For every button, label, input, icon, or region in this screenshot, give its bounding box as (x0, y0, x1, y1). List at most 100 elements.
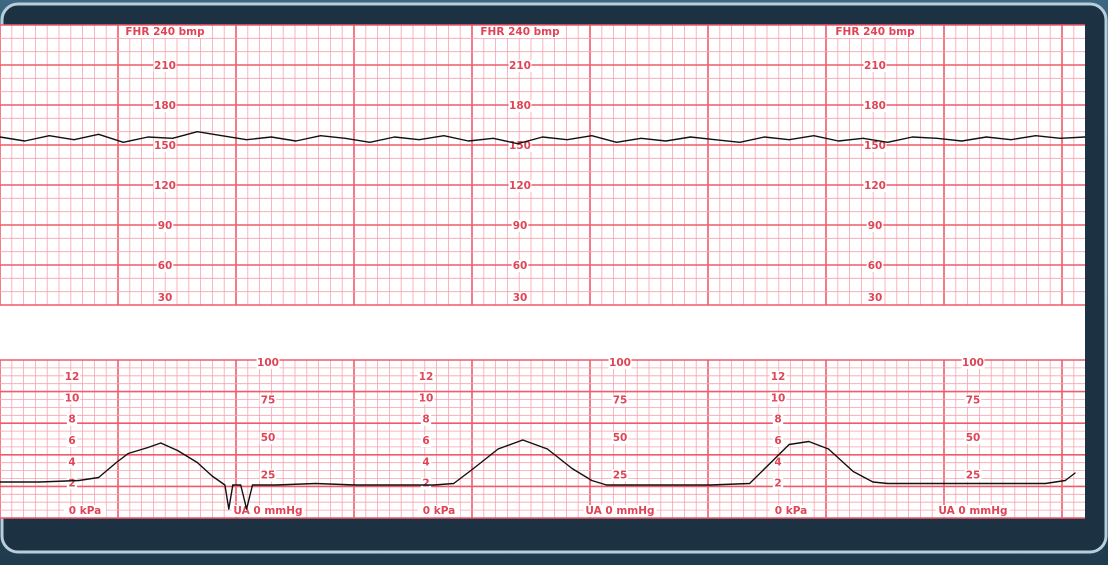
ua-kpa-tick-label: 12 (65, 371, 80, 383)
ua-trace-point (176, 449, 179, 452)
ua-kpa-scale-label: 0 kPa (775, 505, 807, 517)
fhr-scale-label: FHR 240 bmp (835, 26, 915, 38)
ua-trace-point (749, 482, 751, 485)
ua-kpa-tick-label: 6 (774, 435, 781, 447)
ua-trace-point (630, 484, 632, 486)
fhr-trace-point (196, 131, 198, 133)
ua-trace-point (246, 508, 248, 510)
fhr-trace-point (221, 135, 223, 137)
fhr-trace-point (665, 140, 667, 142)
ua-mmhg-scale-label: UA 0 mmHg (938, 505, 1007, 517)
fhr-tick-label: 30 (158, 292, 173, 304)
ua-mmhg-scale-label: UA 0 mmHg (585, 505, 654, 517)
fhr-tick-label: 90 (513, 220, 528, 232)
fhr-tick-label: 210 (154, 60, 176, 72)
ua-trace-point (240, 484, 242, 486)
ua-trace-point (1044, 482, 1047, 485)
ua-trace-point (228, 508, 230, 510)
ua-trace-point (98, 476, 100, 479)
ua-mmhg-tick-label: 75 (613, 395, 628, 407)
fhr-trace-point (689, 136, 692, 138)
ua-trace-point (1064, 479, 1066, 482)
fhr-trace-point (985, 136, 988, 138)
fhr-trace-point (763, 136, 766, 138)
fhr-trace-point (393, 136, 396, 138)
ua-trace-point (606, 484, 608, 486)
ua-trace-point (315, 482, 317, 485)
ua-trace-point (926, 482, 928, 485)
fhr-trace-point (246, 139, 248, 141)
ua-kpa-tick-label: 10 (65, 392, 80, 404)
fhr-trace-point (1010, 139, 1012, 141)
ua-mmhg-tick-label: 50 (966, 432, 981, 444)
fhr-trace-point (172, 137, 174, 139)
ua-mmhg-tick-label: 75 (966, 395, 981, 407)
fhr-trace-point (788, 139, 790, 141)
ua-kpa-scale-label: 0 kPa (69, 505, 101, 517)
ua-trace-point (546, 448, 549, 450)
ua-kpa-tick-label: 10 (419, 392, 434, 404)
monitor-frame: FHR 240 bmp 210 180 150 120 90 60 30 FHR 240 bmp… (0, 0, 1108, 565)
fhr-trace-point (492, 137, 494, 139)
fhr-trace-point (344, 137, 346, 139)
ua-mmhg-tick-label: 25 (613, 470, 628, 482)
ua-trace-point (147, 446, 149, 449)
ua-trace-point (591, 479, 593, 482)
fhr-tick-label: 150 (154, 140, 176, 152)
fhr-trace-point (541, 136, 544, 138)
fhr-tick-label: 180 (154, 100, 176, 112)
fhr-trace-point (961, 140, 963, 142)
fhr-trace-point (48, 135, 50, 137)
fhr-trace-point (1035, 135, 1037, 137)
fhr-tick-label: 90 (868, 220, 883, 232)
ua-trace-point (211, 475, 213, 477)
fhr-trace-point (887, 141, 889, 143)
ua-trace-point (472, 467, 475, 470)
fhr-trace-point (566, 139, 568, 141)
ua-mmhg-tick-label: 50 (613, 432, 628, 444)
fhr-tick-label: 120 (154, 180, 176, 192)
fhr-trace-point (591, 135, 593, 137)
fhr-tick-label: 120 (509, 180, 531, 192)
ua-kpa-tick-label: 6 (422, 435, 429, 447)
ua-kpa-tick-label: 6 (68, 435, 75, 447)
ua-trace-point (768, 463, 771, 465)
ua-kpa-tick-label: 2 (422, 478, 429, 490)
ua-kpa-scale-label: 0 kPa (423, 505, 455, 517)
fhr-tick-label: 30 (868, 292, 883, 304)
ua-trace-point (808, 440, 810, 443)
ua-trace-point (251, 484, 254, 486)
ua-trace-point (160, 442, 162, 444)
ua-kpa-tick-label: 8 (422, 414, 429, 426)
ua-kpa-tick-label: 12 (771, 371, 786, 383)
fhr-trace-point (862, 137, 864, 139)
ua-mmhg-scale-label: UA 0 mmHg (233, 505, 302, 517)
fhr-trace-point (369, 141, 371, 143)
ua-trace-point (852, 470, 854, 473)
fhr-trace-point (1059, 137, 1061, 139)
fhr-tick-label: 120 (864, 180, 886, 192)
ua-trace-point (38, 481, 41, 483)
ua-mmhg-tick-label: 75 (261, 395, 276, 407)
ua-trace-point (393, 484, 396, 486)
ua-trace-point (127, 452, 129, 455)
fhr-trace-point (615, 141, 618, 143)
fhr-trace-point (936, 137, 938, 139)
ua-trace-point (887, 482, 889, 485)
fhr-trace-point (517, 143, 519, 145)
ua-trace-point (196, 461, 198, 464)
ua-mmhg-tick-label: 25 (966, 470, 981, 482)
ua-kpa-tick-label: 8 (774, 414, 781, 426)
fhr-tick-label: 60 (513, 260, 528, 272)
fhr-trace-point (295, 140, 297, 142)
fhr-trace-point (147, 136, 149, 138)
fhr-trace-point (443, 135, 445, 137)
fhr-trace-point (418, 139, 420, 141)
ua-trace-point (522, 439, 524, 441)
ua-trace-point (985, 482, 988, 485)
fhr-tick-label: 180 (864, 100, 886, 112)
ua-mmhg-tick-label: 100 (962, 357, 984, 369)
ua-trace-point (275, 484, 277, 486)
fhr-scale-label: FHR 240 bmp (125, 26, 205, 38)
ua-kpa-tick-label: 4 (68, 456, 75, 468)
